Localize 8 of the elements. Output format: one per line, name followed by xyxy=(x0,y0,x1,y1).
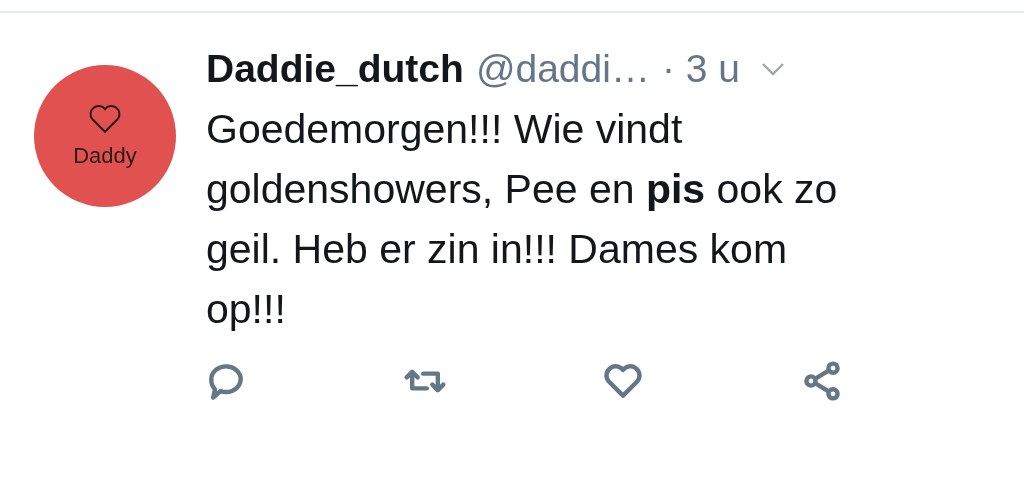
avatar-label: Daddy xyxy=(73,143,137,169)
chevron-down-icon[interactable] xyxy=(759,61,786,77)
avatar[interactable]: Daddy xyxy=(34,65,176,207)
heart-icon xyxy=(88,103,122,135)
user-name[interactable]: Daddie_dutch xyxy=(206,47,464,91)
tweet-text: Goedemorgen!!! Wie vindt goldenshowers, Pee en pis ook zo geil. Heb er zin in!!! Dames kom op!!! xyxy=(206,105,839,334)
timestamp: · 3 u xyxy=(661,47,740,91)
user-handle[interactable]: @daddi… xyxy=(475,47,650,91)
